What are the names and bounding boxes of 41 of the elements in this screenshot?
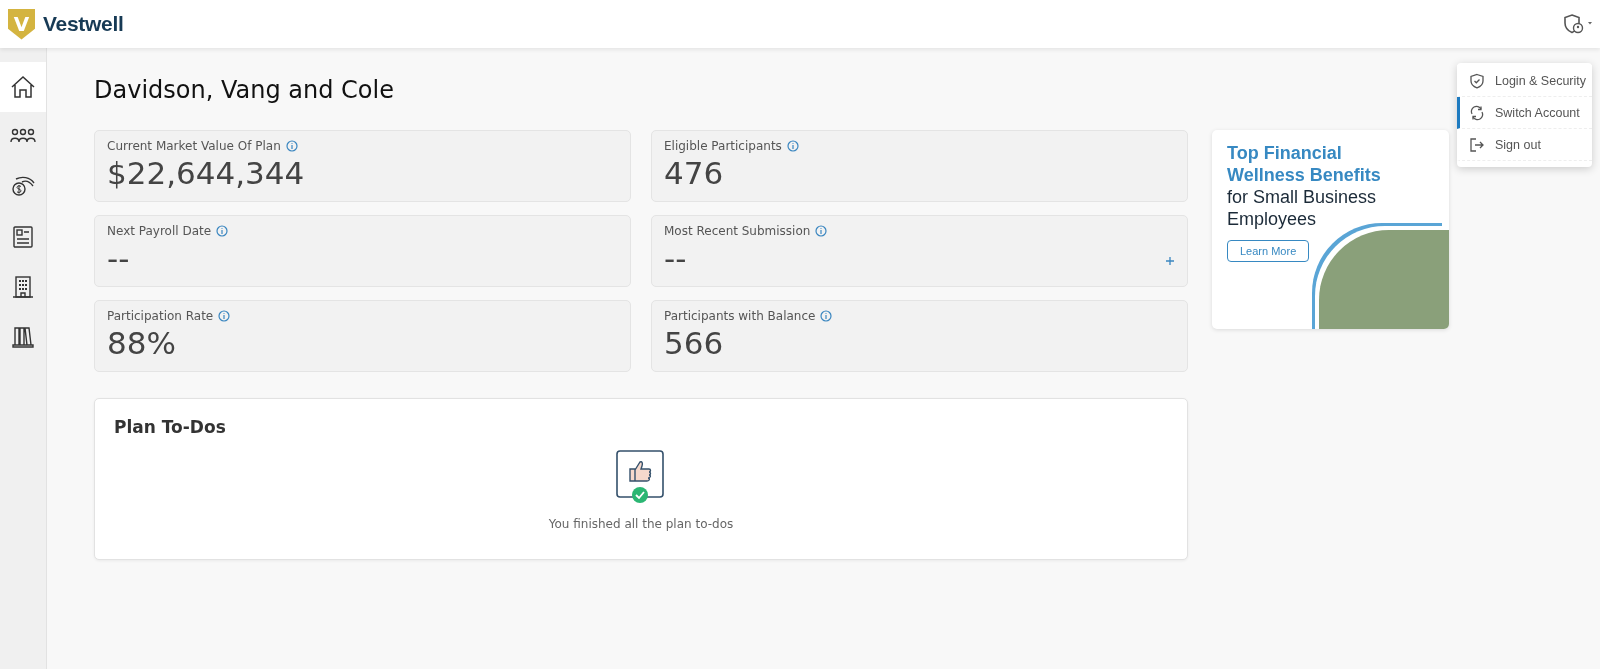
empty-state-message: You finished all the plan to-dos bbox=[548, 517, 734, 531]
shield-user-icon bbox=[1562, 13, 1592, 35]
brand-name[interactable]: Vestwell bbox=[43, 12, 124, 36]
thumbs-up-check-icon bbox=[615, 449, 667, 505]
document-icon bbox=[11, 225, 35, 249]
stat-value: 88% bbox=[107, 324, 176, 363]
learn-more-button[interactable]: Learn More bbox=[1227, 240, 1310, 262]
info-icon[interactable] bbox=[786, 140, 799, 152]
promo-subline: for Small Business Employees bbox=[1227, 186, 1378, 230]
stat-label: Participants with Balance bbox=[664, 309, 816, 323]
stat-value: $22,644,344 bbox=[107, 154, 305, 193]
info-icon[interactable] bbox=[285, 140, 298, 152]
info-icon[interactable] bbox=[216, 225, 229, 237]
info-icon[interactable] bbox=[218, 310, 231, 322]
stat-value: -- bbox=[664, 239, 687, 278]
info-icon[interactable] bbox=[815, 225, 828, 237]
info-icon[interactable] bbox=[820, 310, 833, 322]
panel-title: Plan To-Dos bbox=[114, 417, 226, 437]
stat-label: Eligible Participants bbox=[664, 139, 782, 153]
hand-coin-icon bbox=[10, 175, 36, 199]
page-title: Davidson, Vang and Cole bbox=[94, 78, 394, 102]
stat-label: Current Market Value Of Plan bbox=[107, 139, 281, 153]
promo-headline: Top Financial Wellness Benefits bbox=[1227, 142, 1382, 186]
building-icon bbox=[12, 275, 34, 299]
house-icon bbox=[10, 74, 36, 100]
stat-value: 566 bbox=[664, 324, 724, 363]
stat-label: Next Payroll Date bbox=[107, 224, 212, 238]
sync-icon bbox=[1469, 104, 1485, 121]
books-icon bbox=[11, 325, 35, 349]
plus-icon[interactable] bbox=[1165, 256, 1175, 266]
stat-label: Most Recent Submission bbox=[664, 224, 811, 238]
shield-check-icon bbox=[1469, 72, 1485, 89]
stat-value: -- bbox=[107, 239, 130, 278]
stat-label: Participation Rate bbox=[107, 309, 214, 323]
sidebar-nav-item[interactable] bbox=[0, 62, 46, 112]
account-menu-button[interactable] bbox=[1562, 13, 1592, 35]
menu-item[interactable]: Switch Account bbox=[1457, 97, 1592, 129]
stat-value: 476 bbox=[664, 154, 724, 193]
sign-out-icon bbox=[1469, 136, 1485, 153]
menu-item[interactable]: Login & Security bbox=[1457, 65, 1592, 97]
menu-item[interactable]: Sign out bbox=[1457, 129, 1592, 161]
